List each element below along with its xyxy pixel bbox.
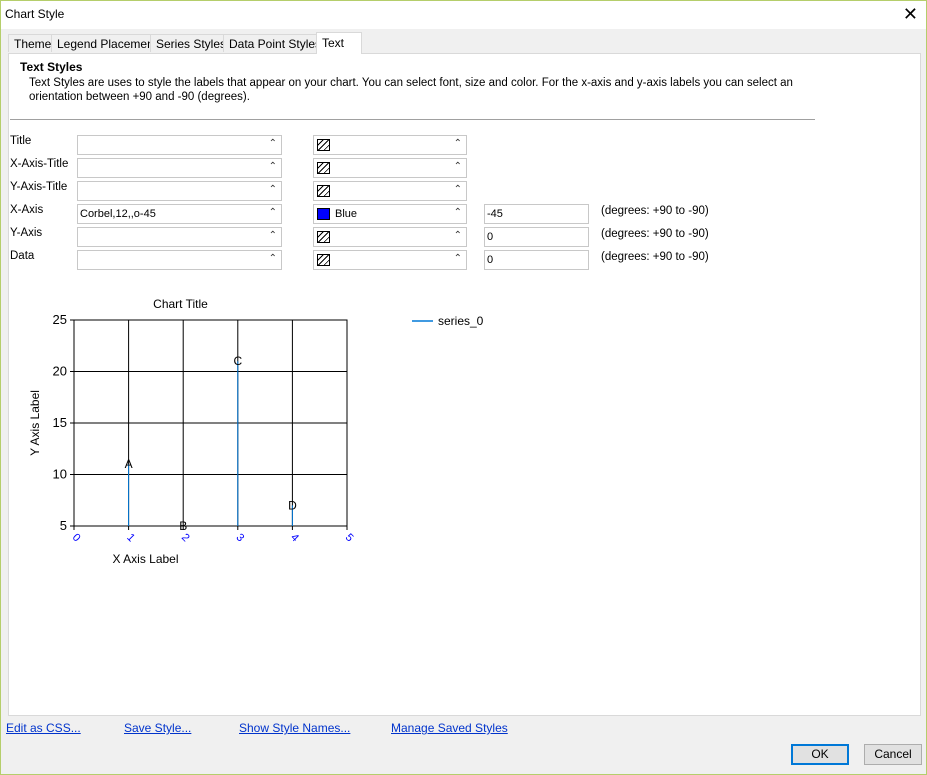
legend-label: series_0: [438, 314, 484, 328]
y-tick-label: 10: [53, 467, 67, 482]
row-label-data: Data: [10, 250, 35, 262]
title-bar: Chart Style ✕: [1, 1, 926, 29]
chevron-up-icon[interactable]: ⌃: [269, 230, 277, 241]
row-label-x-axis: X-Axis: [10, 204, 44, 216]
color-combo-y-axis-title[interactable]: ⌃: [313, 181, 467, 201]
font-combo-y-axis-title[interactable]: ⌃: [77, 181, 282, 201]
color-combo-y-axis[interactable]: ⌃: [313, 227, 467, 247]
x-tick-label: 0: [70, 531, 83, 544]
row-label-y-axis: Y-Axis: [10, 227, 43, 239]
x-tick-label: 1: [124, 531, 137, 544]
no-color-swatch-icon: [317, 254, 330, 266]
divider: [10, 119, 815, 120]
y-tick-label: 15: [53, 415, 67, 430]
text-styles-panel: Text Styles Text Styles are uses to styl…: [8, 53, 921, 716]
chevron-up-icon[interactable]: ⌃: [454, 207, 462, 218]
tab-text[interactable]: Text: [316, 32, 362, 54]
x-axis-title: X Axis Label: [112, 552, 178, 566]
no-color-swatch-icon: [317, 185, 330, 197]
y-tick-label: 5: [60, 518, 67, 533]
chart-style-dialog: Chart Style ✕ Theme Legend Placement Ser…: [0, 0, 927, 775]
row-label-x-axis-title: X-Axis-Title: [10, 158, 69, 170]
no-color-swatch-icon: [317, 139, 330, 151]
font-combo-title[interactable]: ⌃: [77, 135, 282, 155]
font-combo-x-axis[interactable]: Corbel,12,,o-45 ⌃: [77, 204, 282, 224]
color-combo-data[interactable]: ⌃: [313, 250, 467, 270]
color-combo-title[interactable]: ⌃: [313, 135, 467, 155]
color-combo-x-axis[interactable]: Blue ⌃: [313, 204, 467, 224]
chevron-up-icon[interactable]: ⌃: [269, 184, 277, 195]
close-icon[interactable]: ✕: [903, 4, 918, 24]
save-style-link[interactable]: Save Style...: [124, 721, 191, 735]
data-label: B: [179, 519, 187, 533]
x-tick-label: 3: [234, 531, 247, 544]
manage-saved-styles-link[interactable]: Manage Saved Styles: [391, 721, 508, 735]
y-tick-label: 25: [53, 312, 67, 327]
no-color-swatch-icon: [317, 162, 330, 174]
edit-as-css-link[interactable]: Edit as CSS...: [6, 721, 81, 735]
x-tick-label: 5: [343, 531, 356, 544]
orientation-hint: (degrees: +90 to -90): [601, 228, 709, 240]
chevron-up-icon[interactable]: ⌃: [269, 161, 277, 172]
chevron-up-icon[interactable]: ⌃: [454, 253, 462, 264]
chevron-up-icon[interactable]: ⌃: [269, 138, 277, 149]
tab-theme[interactable]: Theme: [8, 34, 52, 52]
chart-preview: Chart Title 5 10 15 20 25 0 1 2 3 4 5 A B C Dseries_0 X …: [28, 297, 484, 566]
color-combo-x-axis-title[interactable]: ⌃: [313, 158, 467, 178]
orientation-hint: (degrees: +90 to -90): [601, 205, 709, 217]
show-style-names-link[interactable]: Show Style Names...: [239, 721, 350, 735]
chevron-up-icon[interactable]: ⌃: [454, 230, 462, 241]
section-description: Text Styles are uses to style the labels…: [29, 77, 793, 103]
section-heading: Text Styles: [20, 60, 83, 74]
y-tick-label: 20: [53, 364, 67, 379]
window-title: Chart Style: [5, 7, 65, 21]
cancel-button[interactable]: Cancel: [864, 744, 922, 765]
x-tick-label: 4: [288, 531, 301, 544]
tab-series-styles[interactable]: Series Styles: [150, 34, 226, 52]
font-combo-x-axis-title[interactable]: ⌃: [77, 158, 282, 178]
chevron-up-icon[interactable]: ⌃: [269, 207, 277, 218]
data-label: D: [288, 498, 297, 512]
orientation-input-x-axis[interactable]: -45: [484, 204, 589, 224]
chart-title: Chart Title: [153, 297, 208, 311]
row-label-y-axis-title: Y-Axis-Title: [10, 181, 68, 193]
ok-button[interactable]: OK: [791, 744, 849, 765]
data-label: C: [233, 354, 242, 368]
tab-legend-placement[interactable]: Legend Placement: [51, 34, 157, 52]
x-tick-label: 2: [179, 531, 192, 544]
color-value: Blue: [335, 208, 358, 220]
orientation-input-data[interactable]: 0: [484, 250, 589, 270]
y-axis-title: Y Axis Label: [28, 390, 42, 456]
font-value: Corbel,12,,o-45: [80, 208, 156, 220]
chevron-up-icon[interactable]: ⌃: [454, 161, 462, 172]
chevron-up-icon[interactable]: ⌃: [269, 253, 277, 264]
font-combo-data[interactable]: ⌃: [77, 250, 282, 270]
blue-color-swatch-icon: [317, 208, 330, 220]
tab-data-point-styles[interactable]: Data Point Styles: [223, 34, 321, 52]
chevron-up-icon[interactable]: ⌃: [454, 184, 462, 195]
font-combo-y-axis[interactable]: ⌃: [77, 227, 282, 247]
orientation-input-y-axis[interactable]: 0: [484, 227, 589, 247]
no-color-swatch-icon: [317, 231, 330, 243]
orientation-hint: (degrees: +90 to -90): [601, 251, 709, 263]
row-label-title: Title: [10, 135, 32, 147]
chevron-up-icon[interactable]: ⌃: [454, 138, 462, 149]
data-label: A: [125, 457, 133, 471]
